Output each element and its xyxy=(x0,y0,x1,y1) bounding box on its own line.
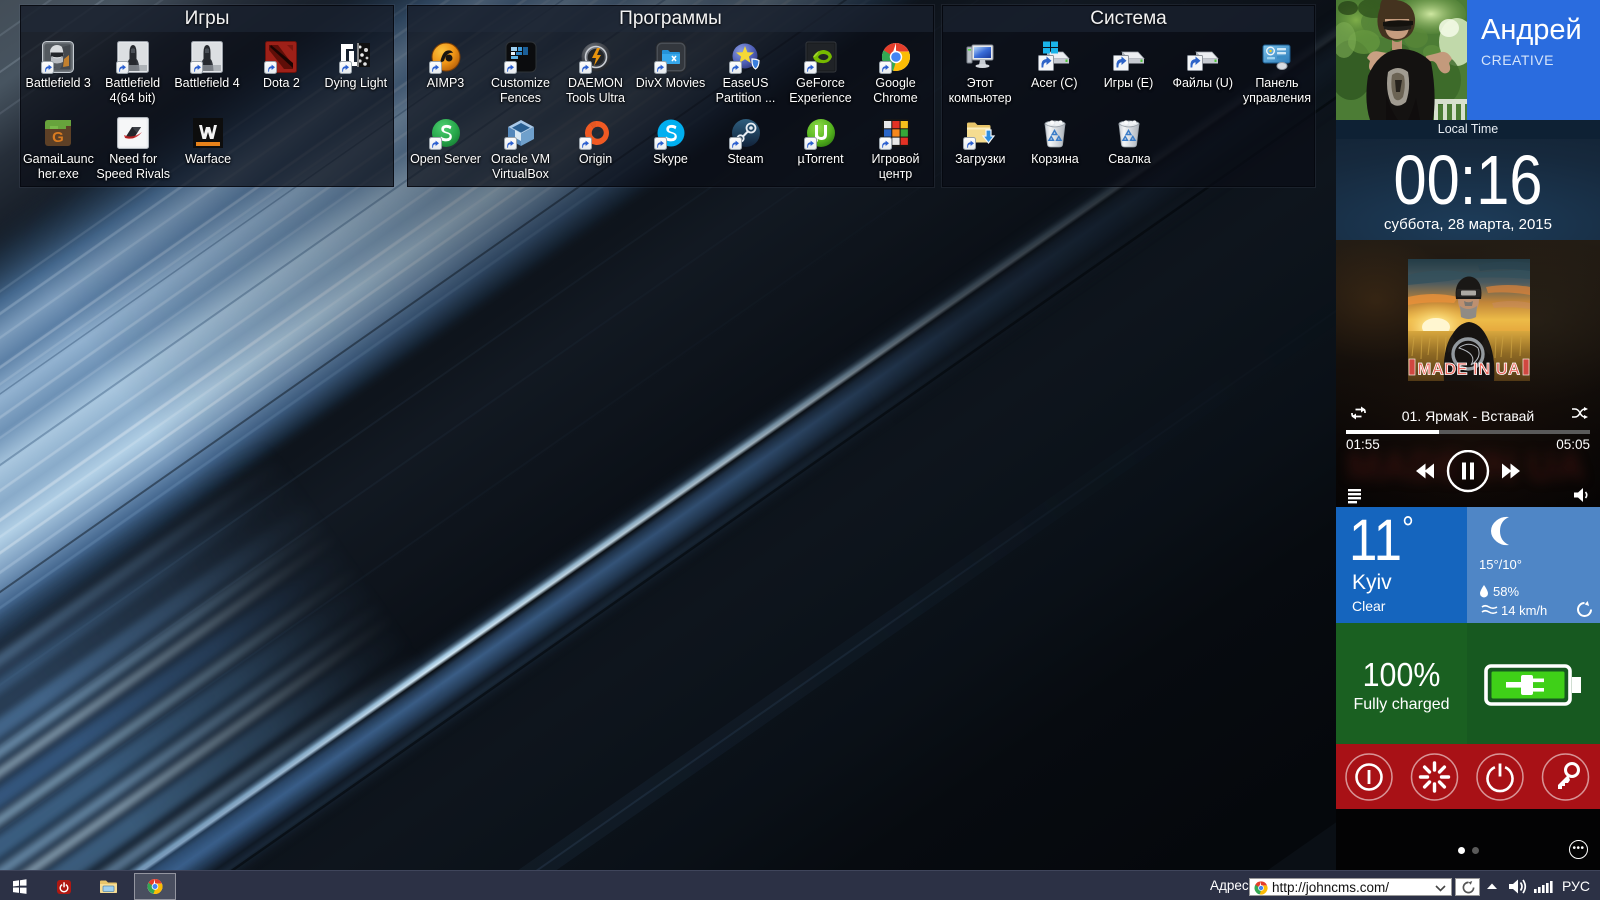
svg-text:G: G xyxy=(53,129,65,146)
svg-text:MADE IN UA: MADE IN UA xyxy=(1417,361,1520,379)
